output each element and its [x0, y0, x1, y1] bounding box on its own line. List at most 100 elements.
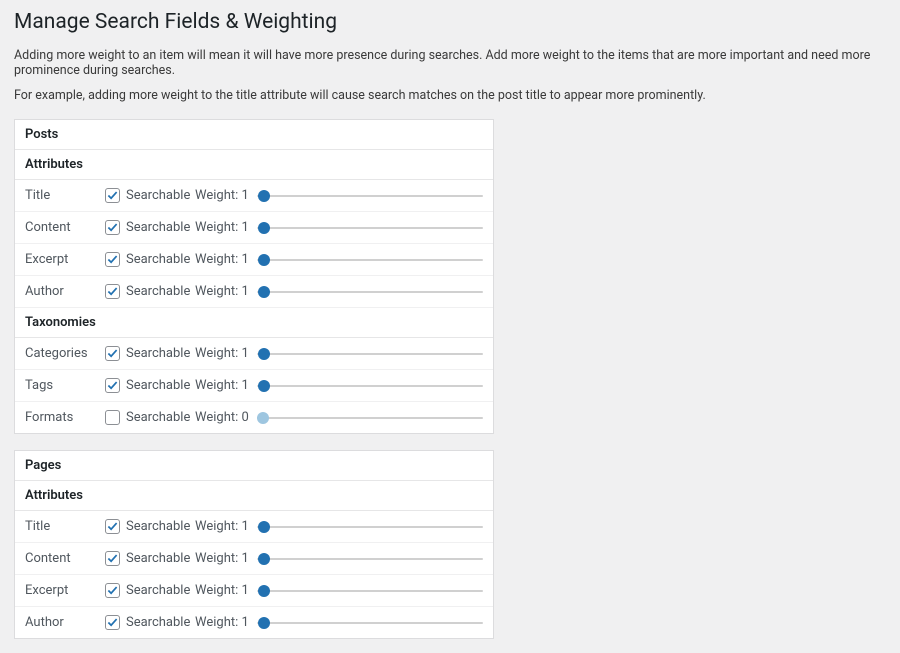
- searchable-cell: Searchable: [105, 583, 195, 598]
- slider-thumb[interactable]: [258, 380, 270, 392]
- intro-paragraph-1: Adding more weight to an item will mean …: [14, 48, 886, 78]
- searchable-label: Searchable: [126, 583, 190, 598]
- field-label: Content: [25, 220, 105, 235]
- field-label: Author: [25, 284, 105, 299]
- weight-label: Weight: 1: [195, 188, 251, 203]
- searchable-checkbox[interactable]: [105, 519, 120, 534]
- searchable-label: Searchable: [126, 615, 190, 630]
- searchable-label: Searchable: [126, 220, 190, 235]
- slider-thumb[interactable]: [258, 222, 270, 234]
- slider-track: [257, 353, 483, 355]
- weight-label: Weight: 0: [195, 410, 251, 425]
- weight-label: Weight: 1: [195, 346, 251, 361]
- searchable-label: Searchable: [126, 378, 190, 393]
- weight-label: Weight: 1: [195, 551, 251, 566]
- field-row-title: Title Searchable Weight: 1: [15, 180, 493, 212]
- searchable-checkbox[interactable]: [105, 220, 120, 235]
- weight-slider[interactable]: [257, 379, 483, 393]
- weight-cell: Weight: 1: [195, 284, 483, 299]
- slider-thumb[interactable]: [258, 521, 270, 533]
- slider-track: [257, 227, 483, 229]
- searchable-checkbox[interactable]: [105, 188, 120, 203]
- field-row-excerpt: ExcerptSearchableWeight: 1: [15, 575, 493, 607]
- weight-slider[interactable]: [257, 411, 483, 425]
- searchable-cell: Searchable: [105, 220, 195, 235]
- slider-thumb[interactable]: [258, 617, 270, 629]
- panel-title: Posts: [15, 120, 493, 150]
- searchable-cell: Searchable: [105, 346, 195, 361]
- slider-thumb[interactable]: [258, 190, 270, 202]
- field-row-title: Title Searchable Weight: 1: [15, 511, 493, 543]
- searchable-checkbox[interactable]: [105, 378, 120, 393]
- slider-thumb[interactable]: [258, 254, 270, 266]
- searchable-checkbox[interactable]: [105, 410, 120, 425]
- group-title: Attributes: [15, 150, 493, 180]
- weight-label: Weight: 1: [195, 519, 251, 534]
- weight-cell: Weight: 1: [195, 519, 483, 534]
- searchable-checkbox[interactable]: [105, 252, 120, 267]
- slider-track: [257, 590, 483, 592]
- weight-label: Weight: 1: [195, 284, 251, 299]
- field-row-author: Author Searchable Weight: 1: [15, 607, 493, 638]
- searchable-label: Searchable: [126, 519, 190, 534]
- field-label: Content: [25, 551, 105, 566]
- weight-slider[interactable]: [257, 253, 483, 267]
- searchable-checkbox[interactable]: [105, 583, 120, 598]
- searchable-label: Searchable: [126, 188, 190, 203]
- weight-label: Weight: 1: [195, 615, 251, 630]
- slider-thumb[interactable]: [258, 348, 270, 360]
- weight-cell: Weight: 1: [195, 188, 483, 203]
- slider-track: [257, 526, 483, 528]
- searchable-cell: Searchable: [105, 378, 195, 393]
- field-row-content: Content Searchable Weight: 1: [15, 543, 493, 575]
- weight-cell: Weight: 1: [195, 252, 483, 267]
- slider-track: [257, 195, 483, 197]
- weight-cell: Weight: 1: [195, 551, 483, 566]
- weight-slider[interactable]: [257, 221, 483, 235]
- field-label: Formats: [25, 410, 105, 425]
- searchable-cell: Searchable: [105, 410, 195, 425]
- weight-slider[interactable]: [257, 347, 483, 361]
- field-label: Title: [25, 188, 105, 203]
- slider-track: [257, 291, 483, 293]
- searchable-cell: Searchable: [105, 551, 195, 566]
- weight-slider[interactable]: [257, 520, 483, 534]
- slider-thumb[interactable]: [257, 412, 269, 424]
- weight-slider[interactable]: [257, 552, 483, 566]
- weight-label: Weight: 1: [195, 583, 251, 598]
- searchable-label: Searchable: [126, 410, 190, 425]
- weight-cell: Weight: 0: [195, 410, 483, 425]
- group-title: Attributes: [15, 481, 493, 511]
- weight-cell: Weight: 1: [195, 583, 483, 598]
- searchable-label: Searchable: [126, 551, 190, 566]
- field-label: Title: [25, 519, 105, 534]
- searchable-cell: Searchable: [105, 188, 195, 203]
- slider-thumb[interactable]: [258, 585, 270, 597]
- searchable-cell: Searchable: [105, 519, 195, 534]
- slider-track: [257, 259, 483, 261]
- panel-title: Pages: [15, 451, 493, 481]
- searchable-checkbox[interactable]: [105, 346, 120, 361]
- weight-slider[interactable]: [257, 584, 483, 598]
- slider-thumb[interactable]: [258, 286, 270, 298]
- field-row-content: Content Searchable Weight: 1: [15, 212, 493, 244]
- slider-thumb[interactable]: [258, 553, 270, 565]
- weight-slider[interactable]: [257, 616, 483, 630]
- weight-slider[interactable]: [257, 285, 483, 299]
- field-label: Tags: [25, 378, 105, 393]
- weight-slider[interactable]: [257, 189, 483, 203]
- searchable-label: Searchable: [126, 284, 190, 299]
- field-row-formats: Formats Searchable Weight: 0: [15, 402, 493, 433]
- field-row-excerpt: ExcerptSearchableWeight: 1: [15, 244, 493, 276]
- field-label: Author: [25, 615, 105, 630]
- searchable-checkbox[interactable]: [105, 551, 120, 566]
- group-title: Taxonomies: [15, 308, 493, 338]
- searchable-cell: Searchable: [105, 615, 195, 630]
- searchable-checkbox[interactable]: [105, 615, 120, 630]
- slider-track: [257, 385, 483, 387]
- panel-posts: PostsAttributesTitleSearchableWeight: 1C…: [14, 119, 494, 434]
- weight-cell: Weight: 1: [195, 220, 483, 235]
- searchable-checkbox[interactable]: [105, 284, 120, 299]
- field-label: Excerpt: [25, 252, 105, 267]
- searchable-cell: Searchable: [105, 252, 195, 267]
